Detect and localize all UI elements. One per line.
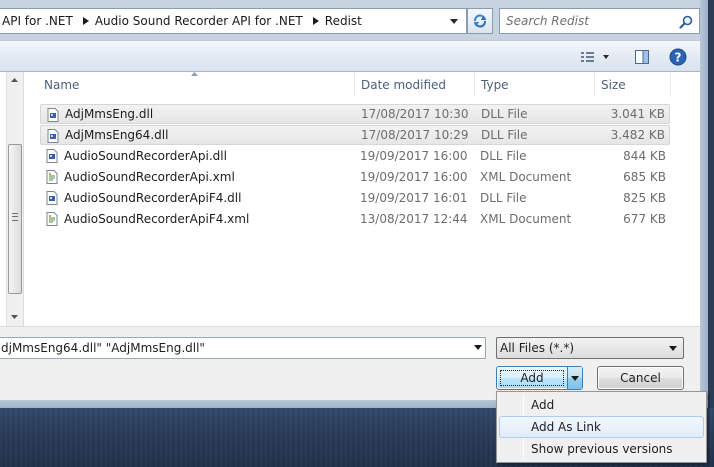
add-options-menu: Add Add As Link Show previous versions <box>496 391 707 463</box>
breadcrumb-api-for-net[interactable]: API for .NET <box>0 9 79 33</box>
file-size: 685 KB <box>623 170 666 184</box>
address-bar[interactable]: API for .NET Audio Sound Recorder API fo… <box>0 8 467 34</box>
file-type: DLL File <box>480 149 527 163</box>
breadcrumb-audio-sound-recorder[interactable]: Audio Sound Recorder API for .NET <box>93 9 309 33</box>
add-split-button[interactable]: Add <box>496 366 583 390</box>
add-button[interactable]: Add <box>497 367 568 389</box>
menu-item-add[interactable]: Add <box>499 394 704 416</box>
column-header-type[interactable]: Type <box>475 72 595 97</box>
file-name: AudioSoundRecorderApiF4.xml <box>64 212 250 226</box>
menu-item-show-previous-versions[interactable]: Show previous versions <box>499 438 704 460</box>
breadcrumb-redist[interactable]: Redist <box>323 9 368 33</box>
chevron-down-icon <box>571 375 579 381</box>
views-icon <box>581 52 594 62</box>
dll-file-icon <box>45 149 59 163</box>
file-date-modified: 17/08/2017 10:30 <box>361 107 469 121</box>
file-row[interactable]: AudioSoundRecorderApi.xml 19/09/2017 16:0… <box>40 167 670 187</box>
file-row[interactable]: AdjMmsEng.dll 17/08/2017 10:30 DLL File 3.0… <box>40 104 670 124</box>
refresh-icon <box>474 14 486 28</box>
file-list[interactable]: Name Date modified Type Size AdjMmsEng.d… <box>24 72 700 326</box>
arrow-down-icon[interactable] <box>11 315 18 319</box>
chevron-down-icon[interactable] <box>474 345 482 350</box>
file-size: 677 KB <box>623 212 666 226</box>
file-row[interactable]: AudioSoundRecorderApiF4.dll 19/09/2017 16… <box>40 188 670 208</box>
dll-file-icon <box>45 191 59 205</box>
file-size: 3.041 KB <box>610 107 665 121</box>
file-type-filter-value: All Files (*.*) <box>500 341 575 355</box>
file-date-modified: 19/09/2017 16:01 <box>360 191 468 205</box>
chevron-down-icon <box>603 55 609 59</box>
column-header-date-modified[interactable]: Date modified <box>355 72 475 97</box>
file-size: 3.482 KB <box>610 128 665 142</box>
column-header-size[interactable]: Size <box>595 72 671 97</box>
search-input[interactable] <box>506 11 676 31</box>
file-name: AudioSoundRecorderApi.dll <box>64 149 227 163</box>
file-name: AudioSoundRecorderApiF4.dll <box>64 191 242 205</box>
dll-file-icon <box>46 108 60 122</box>
help-icon: ? <box>669 48 687 66</box>
navigation-scrollbar[interactable] <box>6 72 23 326</box>
file-type: DLL File <box>480 191 527 205</box>
add-dropdown-button[interactable] <box>568 367 582 389</box>
focus-rectangle <box>500 370 564 386</box>
chevron-down-icon[interactable] <box>444 9 464 33</box>
chevron-right-icon[interactable] <box>309 9 323 33</box>
file-type-filter[interactable]: All Files (*.*) <box>496 337 684 359</box>
arrow-up-icon[interactable] <box>11 78 18 82</box>
file-row[interactable]: AudioSoundRecorderApiF4.xml 13/08/2017 12… <box>40 209 670 229</box>
file-row[interactable]: AdjMmsEng64.dll 17/08/2017 10:29 DLL File 3… <box>40 125 670 145</box>
svg-text:?: ? <box>675 51 682 65</box>
file-date-modified: 19/09/2017 16:00 <box>360 149 468 163</box>
file-name: AdjMmsEng64.dll <box>65 128 169 142</box>
file-date-modified: 19/09/2017 16:00 <box>360 170 468 184</box>
preview-pane-button[interactable] <box>631 47 653 67</box>
chevron-down-icon[interactable] <box>669 346 677 351</box>
file-size: 844 KB <box>623 149 666 163</box>
chevron-right-icon[interactable] <box>79 9 93 33</box>
sort-ascending-icon <box>191 72 198 76</box>
file-name: AudioSoundRecorderApi.xml <box>64 170 235 184</box>
file-row[interactable]: AudioSoundRecorderApi.dll 19/09/2017 16:0… <box>40 146 670 166</box>
dll-file-icon <box>46 129 60 143</box>
menu-item-add-as-link[interactable]: Add As Link <box>499 416 704 438</box>
file-type: XML Document <box>480 170 572 184</box>
window-frame-right <box>700 0 708 408</box>
file-name-combobox[interactable] <box>0 337 486 359</box>
bottom-panel: All Files (*.*) Add Cancel <box>0 326 700 400</box>
menu-item-label: Add <box>531 398 555 412</box>
file-name: AdjMmsEng.dll <box>65 107 154 121</box>
xml-file-icon <box>45 212 59 226</box>
menu-item-label: Add As Link <box>531 420 601 434</box>
file-name-input[interactable] <box>0 339 460 357</box>
open-file-dialog: API for .NET Audio Sound Recorder API fo… <box>0 0 708 408</box>
change-view-button[interactable] <box>578 47 614 67</box>
refresh-button[interactable] <box>467 8 493 34</box>
file-type: DLL File <box>481 107 528 121</box>
preview-pane-icon <box>635 50 649 64</box>
file-date-modified: 13/08/2017 12:44 <box>360 212 468 226</box>
column-header-row: Name Date modified Type Size <box>24 72 700 97</box>
menu-item-label: Show previous versions <box>531 442 673 456</box>
file-date-modified: 17/08/2017 10:29 <box>361 128 469 142</box>
scrollbar-thumb[interactable] <box>8 144 22 294</box>
file-type: DLL File <box>481 128 528 142</box>
file-size: 825 KB <box>623 191 666 205</box>
toolbar: ? <box>0 40 700 72</box>
search-icon[interactable] <box>679 15 693 29</box>
cancel-button[interactable]: Cancel <box>597 366 684 390</box>
xml-file-icon <box>45 170 59 184</box>
help-button[interactable]: ? <box>667 47 689 67</box>
file-type: XML Document <box>480 212 572 226</box>
search-box[interactable] <box>499 8 700 34</box>
